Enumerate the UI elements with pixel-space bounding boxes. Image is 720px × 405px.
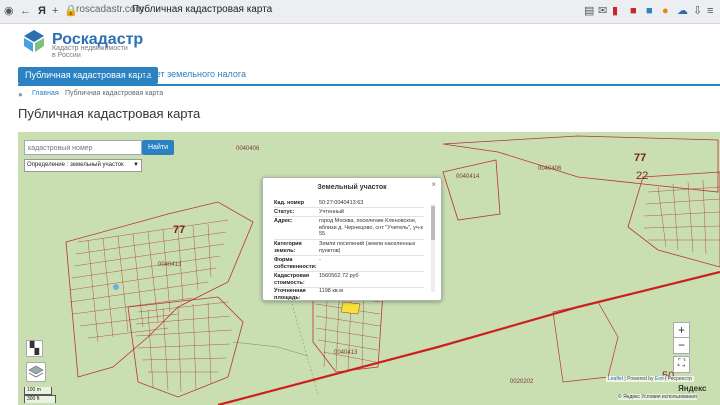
region-label: 77 xyxy=(173,224,186,236)
yandex-logo[interactable]: Яндекс xyxy=(678,384,706,393)
popup-divider xyxy=(274,255,424,256)
mode-select[interactable]: Определение : земельный участок ▼ xyxy=(24,159,142,172)
quarter-label: 0020202 xyxy=(510,379,534,385)
popup-row-value: 50:27:0040413:63 xyxy=(319,200,364,206)
chevron-down-icon: ▼ xyxy=(133,162,139,168)
esri-link[interactable]: Esri xyxy=(655,376,664,382)
popup-row-key: Кадастровая стоимость: xyxy=(274,273,310,286)
ruler-icon[interactable]: ▚ xyxy=(26,340,43,357)
extension-red-icon[interactable]: ■ xyxy=(630,4,637,18)
search-button[interactable]: Найти xyxy=(142,140,174,155)
browser-toolbar: ◉ ← Я + 🔒 roscadastr.com Публичная кадас… xyxy=(0,0,720,24)
popup-row-key: Статус: xyxy=(274,209,295,215)
close-icon[interactable]: × xyxy=(431,180,436,189)
quarter-label: 0040413 xyxy=(334,350,358,356)
roskadastr-logo-icon[interactable] xyxy=(24,30,44,52)
popup-row-value: Земли поселений (земли населенных пункто… xyxy=(319,241,416,254)
scale-bar-metric: 100 m xyxy=(24,387,52,395)
extension-blue-icon[interactable]: ■ xyxy=(646,4,653,18)
zoom-out-button[interactable]: − xyxy=(673,337,690,354)
logo-subtitle-line1: Кадастр недвижимости xyxy=(52,45,128,52)
reader-icon[interactable]: ▤ xyxy=(584,4,594,18)
popup-row-value: 1560562.72 руб xyxy=(319,273,359,279)
browser-logo-icon[interactable]: ◉ xyxy=(4,4,14,18)
cadastral-number-input[interactable] xyxy=(25,142,141,155)
download-icon[interactable]: ⇩ xyxy=(693,4,702,18)
yandex-terms-link[interactable]: © Яндекс Условия использования xyxy=(618,394,697,400)
back-arrow-icon[interactable]: ← xyxy=(20,4,31,18)
address-page-title: Публичная кадастровая карта xyxy=(132,4,273,15)
popup-row-value: 1198 кв.м xyxy=(319,288,343,294)
menu-icon[interactable]: ≡ xyxy=(707,4,713,18)
breadcrumb-separator: › xyxy=(57,90,60,97)
breadcrumb-current: Публичная кадастровая карта xyxy=(65,90,164,97)
popup-row-value: Учтенный xyxy=(319,209,344,215)
quarter-label: 0040406 xyxy=(236,146,260,152)
popup-scrollbar[interactable] xyxy=(431,204,435,292)
popup-divider xyxy=(274,216,424,217)
cloud-icon[interactable]: ☁ xyxy=(677,4,688,18)
popup-row-key: Форма собственности: xyxy=(274,257,317,270)
yandex-icon[interactable]: Я xyxy=(38,4,46,18)
popup-row-key: Уточненная площадь: xyxy=(274,288,306,301)
nav-underline xyxy=(18,84,720,86)
popup-divider xyxy=(274,207,424,208)
map-attribution: Leaflet | Powered by Esri | Росреестр xyxy=(606,376,694,382)
new-tab-icon[interactable]: + xyxy=(52,4,58,18)
popup-scroll-thumb[interactable] xyxy=(431,206,435,240)
popup-divider xyxy=(274,239,424,240)
extension-orange-icon[interactable]: ● xyxy=(662,4,669,18)
bookmark-icon[interactable]: ▮ xyxy=(612,4,618,18)
page-title: Публичная кадастровая карта xyxy=(18,106,201,121)
region-label: 22 xyxy=(636,170,649,182)
search-box xyxy=(24,140,142,155)
attribution-sep: | Powered by xyxy=(623,376,655,382)
region-label: 77 xyxy=(634,152,647,164)
home-icon: ● xyxy=(18,90,23,99)
attribution-rest: | Росреестр xyxy=(663,376,692,382)
layers-icon[interactable] xyxy=(26,362,46,382)
fullscreen-icon[interactable]: ⛶ xyxy=(673,356,690,373)
popup-title: Земельный участок xyxy=(317,184,387,191)
popup-divider xyxy=(274,271,424,272)
parcel-info-popup: Земельный участок × Кад. номер 50:27:004… xyxy=(262,177,442,301)
mode-select-value: Определение : земельный участок xyxy=(27,162,124,168)
translate-icon[interactable]: ✉ xyxy=(598,4,607,18)
scale-bar-imperial: 300 ft xyxy=(24,395,56,403)
popup-row-value: - xyxy=(319,257,321,263)
leaflet-link[interactable]: Leaflet xyxy=(608,376,623,382)
popup-row-key: Кад. номер xyxy=(274,200,305,206)
popup-row-key: Адрес: xyxy=(274,218,293,224)
cadastral-map[interactable]: 625 0040406 0040414 0040406 77 22 77 004… xyxy=(18,132,720,405)
logo-subtitle-line2: в России xyxy=(52,52,81,59)
quarter-label: 0040413 xyxy=(158,262,182,268)
quarter-label: 0040414 xyxy=(456,174,480,180)
nav-tab-land-tax[interactable]: Расчет земельного налога xyxy=(136,69,246,79)
popup-row-value: город Москва, поселение Кленовское, вбли… xyxy=(319,218,423,237)
popup-row-key: Категория земель: xyxy=(274,241,302,254)
breadcrumb-home[interactable]: Главная xyxy=(32,90,59,97)
quarter-label: 0040406 xyxy=(538,166,562,172)
